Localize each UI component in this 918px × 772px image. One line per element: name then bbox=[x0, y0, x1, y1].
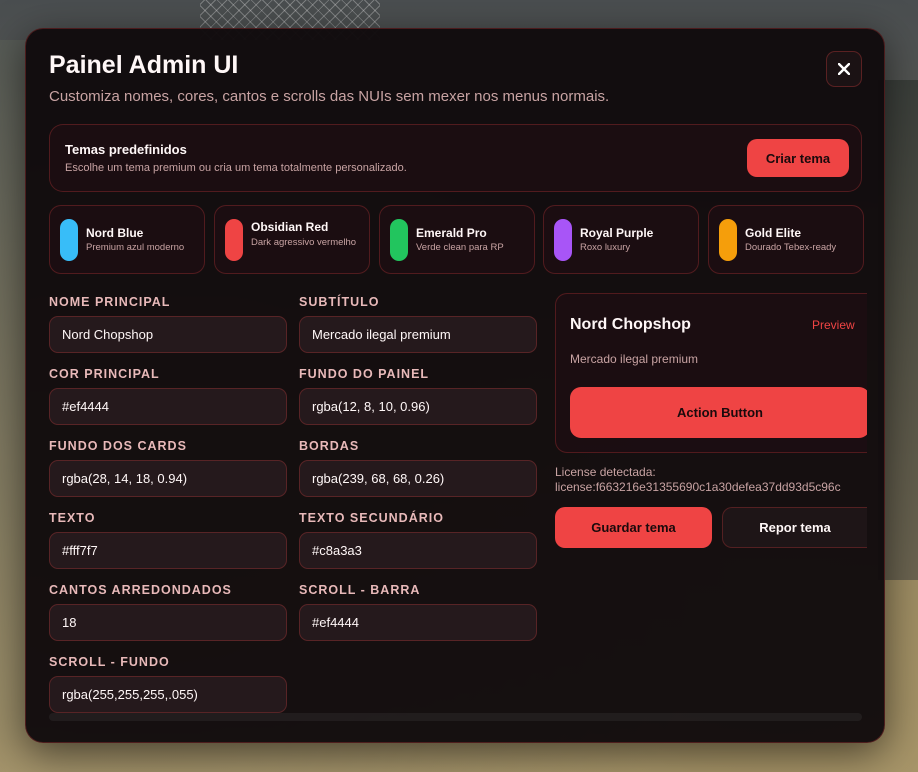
preset-swatch bbox=[390, 219, 408, 261]
preset-description: Premium azul moderno bbox=[86, 242, 185, 253]
fundo-cards-input[interactable]: rgba(28, 14, 18, 0.94) bbox=[49, 460, 287, 497]
subtitulo-input[interactable]: Mercado ilegal premium bbox=[299, 316, 537, 353]
preview-action-button[interactable]: Action Button bbox=[570, 387, 867, 438]
preset-obsidian-red[interactable]: Obsidian Red Dark agressivo vermelho bbox=[214, 205, 370, 274]
preview-name: Nord Chopshop bbox=[570, 316, 691, 333]
field-label-texto: Texto bbox=[49, 511, 96, 525]
preset-name: Gold Elite bbox=[745, 226, 802, 240]
preset-swatch bbox=[225, 219, 243, 261]
field-label-cor-principal: Cor principal bbox=[49, 367, 160, 381]
theme-preview-card: Nord Chopshop Preview Mercado ilegal pre… bbox=[555, 293, 867, 453]
preset-description: Dourado Tebex-ready bbox=[745, 242, 837, 253]
create-theme-button[interactable]: Criar tema bbox=[747, 139, 849, 177]
field-label-bordas: Bordas bbox=[299, 439, 360, 453]
preset-description: Dark agressivo vermelho bbox=[251, 237, 357, 248]
preset-description: Verde clean para RP bbox=[416, 242, 504, 253]
close-icon bbox=[838, 63, 850, 75]
cor-principal-input[interactable]: #ef4444 bbox=[49, 388, 287, 425]
field-label-cantos: Cantos arredondados bbox=[49, 583, 232, 597]
preset-emerald-pro[interactable]: Emerald Pro Verde clean para RP bbox=[379, 205, 535, 274]
preview-tag: Preview bbox=[812, 318, 855, 332]
field-label-subtitulo: Subtítulo bbox=[299, 295, 380, 309]
field-label-fundo-cards: Fundo dos cards bbox=[49, 439, 187, 453]
texto-input[interactable]: #fff7f7 bbox=[49, 532, 287, 569]
fundo-painel-input[interactable]: rgba(12, 8, 10, 0.96) bbox=[299, 388, 537, 425]
preset-royal-purple[interactable]: Royal Purple Roxo luxury bbox=[543, 205, 699, 274]
close-button[interactable] bbox=[826, 51, 862, 87]
license-value: license:f663216e31355690c1a30defea37dd93… bbox=[555, 480, 841, 494]
license-label: License detectada: bbox=[555, 465, 656, 479]
page-subtitle: Customiza nomes, cores, cantos e scrolls… bbox=[49, 88, 610, 105]
page-title: Painel Admin UI bbox=[49, 51, 239, 79]
themes-section: Temas predefinidos Escolhe um tema premi… bbox=[49, 124, 862, 192]
scroll-barra-input[interactable]: #ef4444 bbox=[299, 604, 537, 641]
field-label-fundo-painel: Fundo do painel bbox=[299, 367, 430, 381]
preset-name: Royal Purple bbox=[580, 226, 654, 240]
reset-theme-button[interactable]: Repor tema bbox=[722, 507, 867, 548]
preset-description: Roxo luxury bbox=[580, 242, 631, 253]
field-label-scroll-barra: Scroll - barra bbox=[299, 583, 421, 597]
preset-swatch bbox=[60, 219, 78, 261]
preset-name: Obsidian Red bbox=[251, 220, 329, 234]
nome-principal-input[interactable]: Nord Chopshop bbox=[49, 316, 287, 353]
preset-swatch bbox=[719, 219, 737, 261]
field-label-nome-principal: Nome principal bbox=[49, 295, 171, 309]
field-label-scroll-fundo: Scroll - fundo bbox=[49, 655, 170, 669]
scroll-fundo-input[interactable]: rgba(255,255,255,.055) bbox=[49, 676, 287, 713]
preset-gold-elite[interactable]: Gold Elite Dourado Tebex-ready bbox=[708, 205, 864, 274]
themes-description: Escolhe um tema premium ou cria um tema … bbox=[65, 162, 407, 174]
field-label-texto-secundario: Texto secundário bbox=[299, 511, 444, 525]
preset-name: Nord Blue bbox=[86, 226, 144, 240]
preset-swatch bbox=[554, 219, 572, 261]
horizontal-scrollbar[interactable] bbox=[49, 713, 862, 721]
preset-name: Emerald Pro bbox=[416, 226, 487, 240]
bordas-input[interactable]: rgba(239, 68, 68, 0.26) bbox=[299, 460, 537, 497]
preview-subtitle: Mercado ilegal premium bbox=[570, 352, 699, 366]
admin-panel: Painel Admin UI Customiza nomes, cores, … bbox=[25, 28, 885, 743]
themes-title: Temas predefinidos bbox=[65, 142, 187, 157]
texto-secundario-input[interactable]: #c8a3a3 bbox=[299, 532, 537, 569]
preset-nord-blue[interactable]: Nord Blue Premium azul moderno bbox=[49, 205, 205, 274]
save-theme-button[interactable]: Guardar tema bbox=[555, 507, 712, 548]
cantos-input[interactable]: 18 bbox=[49, 604, 287, 641]
